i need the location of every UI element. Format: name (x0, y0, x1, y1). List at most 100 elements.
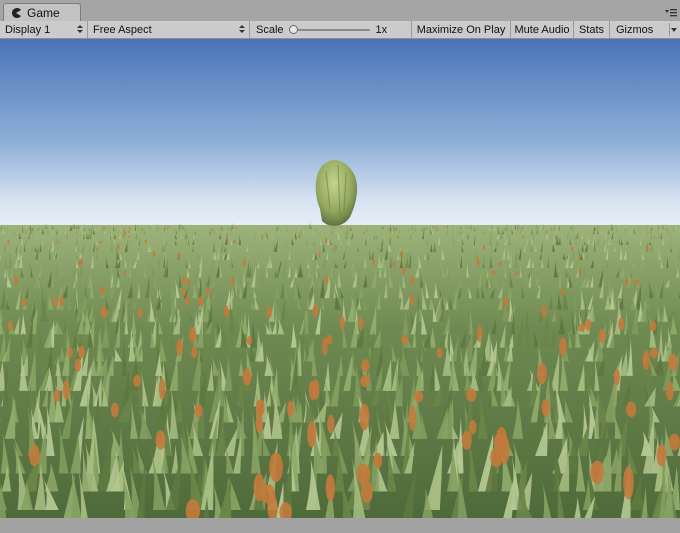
flower-spike (181, 287, 186, 296)
flower-spike (359, 403, 370, 431)
flower-spike (96, 247, 98, 251)
flower-spike (266, 306, 272, 319)
flower-spike (590, 460, 604, 485)
flower-spike (649, 321, 657, 332)
stats-toggle[interactable]: Stats (574, 21, 610, 38)
flower-spike (246, 336, 253, 345)
flower-spike (155, 430, 166, 450)
flower-spike (233, 239, 236, 244)
flower-spike (392, 261, 396, 267)
flower-spike (198, 296, 204, 307)
scale-value: 1x (375, 23, 388, 36)
flower-spike (158, 378, 166, 400)
flower-spike (213, 231, 216, 234)
gizmos-dropdown-arrow-icon[interactable] (671, 28, 677, 32)
mute-audio-label: Mute Audio (514, 23, 570, 36)
flower-spike (340, 225, 342, 229)
flower-spike (499, 261, 502, 267)
flower-spike (482, 231, 484, 234)
flower-spike (168, 225, 170, 229)
flower-spike (20, 298, 26, 308)
flower-spike (52, 298, 58, 307)
scale-slider[interactable] (288, 24, 370, 35)
flower-spike (545, 230, 548, 234)
flower-spike (307, 421, 317, 448)
scale-slider-track (289, 28, 370, 31)
game-toolbar: Display 1 Free Aspect Scale 1x Maximize … (0, 21, 680, 39)
flower-spike (133, 374, 141, 387)
flower-spike (576, 235, 578, 239)
flower-spike (80, 257, 83, 266)
flower-spike (224, 305, 230, 318)
flower-spike (361, 359, 370, 372)
flower-spike (152, 250, 156, 258)
flower-spike (335, 245, 337, 251)
flower-spike (99, 240, 102, 244)
flower-spike (409, 293, 414, 306)
flower-spike (13, 276, 19, 285)
flower-spike (578, 254, 582, 259)
flower-spike (585, 318, 592, 331)
flower-spike (559, 337, 567, 356)
dropdown-arrows-icon (239, 25, 245, 33)
flower-spike (70, 225, 72, 229)
mute-audio-toggle[interactable]: Mute Audio (511, 21, 574, 38)
stats-label: Stats (578, 23, 605, 36)
flower-spike (100, 286, 105, 296)
flower-spike (242, 368, 252, 386)
flower-spike (166, 227, 168, 230)
tab-game[interactable]: Game (3, 3, 81, 21)
flower-spike (191, 346, 198, 358)
flower-spike (123, 270, 127, 276)
scale-slider-thumb[interactable] (288, 24, 298, 34)
panel-menu-icon[interactable] (665, 9, 677, 17)
flower-spike (235, 226, 237, 230)
flower-spike (491, 269, 496, 276)
flower-spike (363, 231, 365, 234)
flower-spike (322, 337, 328, 356)
flower-spike (57, 240, 60, 244)
flower-spike (578, 267, 582, 276)
flower-spike (123, 229, 126, 234)
flower-spike (22, 230, 24, 234)
flower-spike (626, 401, 637, 418)
flower-spike (128, 235, 130, 239)
flower-spike (408, 405, 417, 431)
flower-spike (598, 328, 606, 344)
flower-spike (358, 316, 364, 331)
flower-spike (265, 233, 268, 238)
flower-spike (541, 398, 550, 417)
flower-spike (181, 275, 186, 285)
flower-spike (373, 452, 383, 469)
flower-spike (634, 279, 639, 286)
flower-spike (312, 379, 320, 400)
flower-spike (656, 444, 667, 467)
flower-spike (186, 279, 191, 286)
game-scene-render (0, 39, 680, 518)
flower-spike (177, 252, 181, 258)
scale-label: Scale (256, 23, 284, 36)
flower-spike (625, 278, 629, 286)
flower-spike (7, 239, 10, 244)
flower-spike (372, 258, 375, 266)
flower-spike (325, 474, 336, 502)
flower-spike (645, 245, 649, 251)
flower-spike (475, 254, 479, 259)
maximize-on-play-toggle[interactable]: Maximize On Play (412, 21, 511, 38)
flower-spike (490, 447, 503, 468)
flower-spike (432, 225, 434, 229)
aspect-dropdown[interactable]: Free Aspect (88, 21, 250, 38)
game-viewport[interactable] (0, 39, 680, 518)
gizmos-toggle[interactable]: Gizmos (610, 21, 680, 38)
flower-spike (477, 325, 483, 343)
maximize-on-play-label: Maximize On Play (416, 23, 506, 36)
flower-spike (318, 251, 321, 258)
flower-spike (325, 238, 327, 244)
dropdown-arrows-icon (77, 25, 83, 33)
flower-spike (109, 226, 111, 229)
flower-spike (117, 243, 120, 250)
display-dropdown[interactable]: Display 1 (0, 21, 88, 38)
flower-spike (269, 452, 283, 483)
flower-spike (7, 320, 13, 332)
flower-spike (413, 390, 424, 403)
